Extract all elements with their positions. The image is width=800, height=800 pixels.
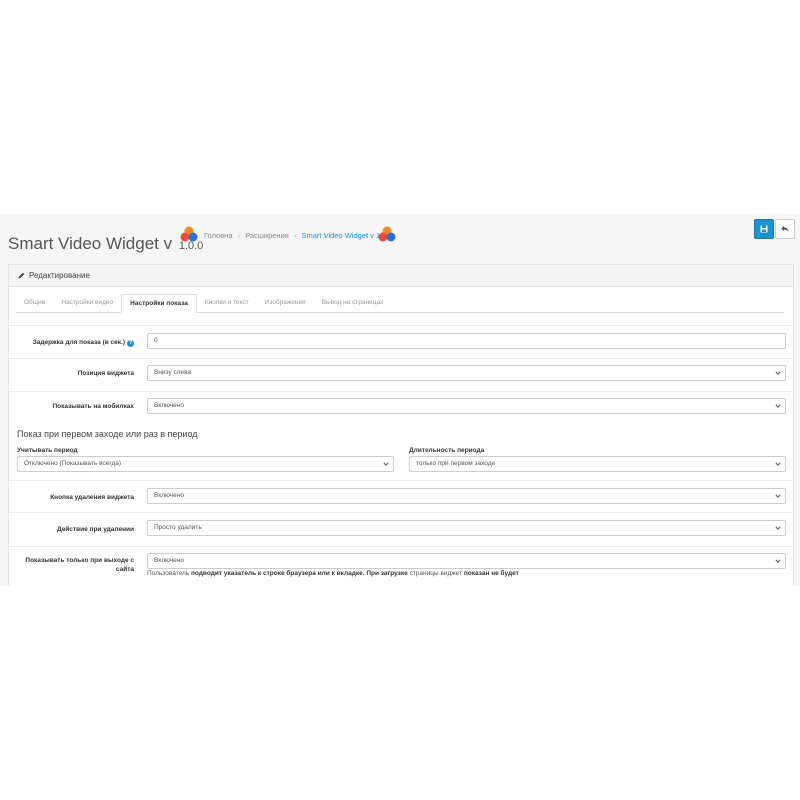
breadcrumb-extensions[interactable]: Расширения xyxy=(245,231,289,240)
close-button-select[interactable]: Включено xyxy=(147,488,786,504)
breadcrumb-home[interactable]: Головна xyxy=(204,231,233,240)
chevron-down-icon xyxy=(775,526,781,530)
form-row-mobile: Показывать на мобилках Включено xyxy=(9,391,793,424)
reply-icon xyxy=(781,226,789,232)
breadcrumb-separator: › xyxy=(237,231,241,240)
close-action-select[interactable]: Просто удалить xyxy=(147,520,786,536)
position-select[interactable]: Внизу слева xyxy=(147,365,786,381)
close-button-label: Кнопка удаления виджета xyxy=(50,494,134,501)
page-header: Smart Video Widget v 1.0.0 Головна › Рас… xyxy=(0,214,800,262)
tab-general[interactable]: Общие xyxy=(16,294,53,312)
edit-panel: Редактирование Общие Настройки видео Нас… xyxy=(8,264,794,586)
period-length-select[interactable]: только при первом заходе xyxy=(409,456,786,472)
period-length-label: Длительность периода xyxy=(409,447,485,454)
tab-images[interactable]: Изображения xyxy=(257,294,314,312)
chevron-down-icon xyxy=(775,404,781,408)
chevron-down-icon xyxy=(383,462,389,466)
form-row-position: Позиция виджета Внизу слева xyxy=(9,358,793,391)
panel-heading-text: Редактирование xyxy=(29,271,90,280)
breadcrumb: Головна › Расширения › Smart Video Widge… xyxy=(204,231,393,240)
period-select[interactable]: Отключено (Показывать всегда) xyxy=(17,456,394,472)
breadcrumb-separator: › xyxy=(293,231,297,240)
chevron-down-icon xyxy=(775,371,781,375)
chevron-down-icon xyxy=(775,462,781,466)
exit-only-label: Показывать только при выходе с сайта xyxy=(25,557,134,573)
exit-only-help-text: Пользователь подводит указатель к строке… xyxy=(147,570,519,577)
period-label: Учитывать период xyxy=(17,447,78,454)
chevron-down-icon xyxy=(775,559,781,563)
info-icon[interactable]: ? xyxy=(127,340,134,347)
form-row-close-action: Действие при удалении Просто удалить xyxy=(9,512,793,546)
chevron-down-icon xyxy=(775,494,781,498)
section-title: Показ при первом заходе или раз в период xyxy=(17,429,198,439)
app-frame: Smart Video Widget v 1.0.0 Головна › Рас… xyxy=(0,214,800,586)
form-row-exit-only: Показывать только при выходе с сайта Вкл… xyxy=(9,546,793,586)
panel-heading: Редактирование xyxy=(9,265,793,287)
save-icon xyxy=(760,225,768,233)
mobile-label: Показывать на мобилках xyxy=(52,403,134,410)
form-row-delay: Задержка для показа (в сек.)? 0 xyxy=(9,325,793,358)
tab-bar: Общие Настройки видео Настройки показа К… xyxy=(16,294,784,313)
close-action-label: Действие при удалении xyxy=(56,526,134,533)
pencil-icon xyxy=(18,272,25,279)
version-label: 1.0.0 xyxy=(178,240,204,253)
tab-video-settings[interactable]: Настройки видео xyxy=(53,294,121,312)
delay-input[interactable]: 0 xyxy=(147,333,786,349)
delay-label: Задержка для показа (в сек.)? xyxy=(32,339,134,347)
back-button[interactable] xyxy=(775,219,795,239)
exit-only-select[interactable]: Включено xyxy=(147,553,786,569)
logo-icon xyxy=(378,226,396,242)
logo-icon xyxy=(180,226,198,242)
mobile-select[interactable]: Включено xyxy=(147,398,786,414)
tab-buttons-text[interactable]: Кнопки и текст xyxy=(197,294,257,312)
tab-pages-output[interactable]: Вывод на страницах xyxy=(314,294,392,312)
save-button[interactable] xyxy=(754,219,774,239)
tab-display-settings[interactable]: Настройки показа xyxy=(121,294,197,313)
form-row-close-button: Кнопка удаления виджета Включено xyxy=(9,480,793,513)
position-label: Позиция виджета xyxy=(77,370,134,377)
page-title: Smart Video Widget v 1.0.0 xyxy=(8,234,204,254)
